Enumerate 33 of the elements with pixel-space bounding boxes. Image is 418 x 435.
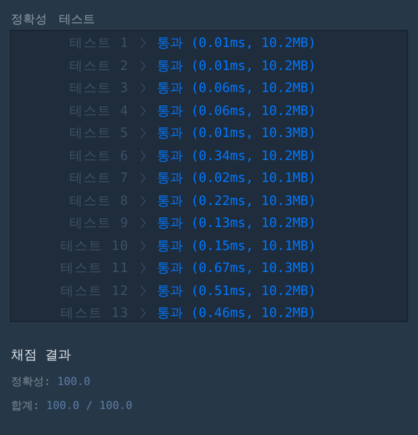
test-result: 통과 (0.15ms, 10.1MB)	[157, 238, 318, 255]
summary-label: 정확성:	[11, 375, 51, 388]
chevron-icon	[140, 194, 146, 207]
chevron-icon	[140, 307, 146, 320]
chevron-icon	[140, 60, 146, 72]
test-result: 통과 (0.67ms, 10.3MB)	[157, 260, 318, 278]
test-result: 통과 (0.22ms, 10.3MB)	[157, 192, 318, 210]
test-result: 통과 (0.46ms, 10.2MB)	[157, 305, 318, 322]
chevron-icon	[140, 37, 146, 50]
chevron-icon	[140, 217, 146, 230]
chevron-icon	[140, 284, 146, 297]
chevron-icon	[140, 172, 146, 184]
test-result: 통과 (0.01ms, 10.2MB)	[157, 58, 318, 75]
chevron-icon	[140, 104, 146, 117]
chevron-icon	[140, 127, 146, 140]
test-result: 통과 (0.13ms, 10.2MB)	[157, 215, 318, 232]
test-result: 통과 (0.01ms, 10.3MB)	[157, 125, 318, 142]
chevron-icon	[140, 240, 146, 252]
test-result: 통과 (0.06ms, 10.2MB)	[157, 102, 318, 120]
summary-label: 합계:	[11, 399, 40, 412]
test-result: 통과 (0.02ms, 10.1MB)	[157, 170, 318, 188]
test-result: 통과 (0.51ms, 10.2MB)	[157, 282, 318, 300]
test-result: 통과 (0.06ms, 10.2MB)	[157, 80, 318, 98]
test-result: 통과 (0.01ms, 10.2MB)	[157, 35, 318, 52]
chevron-icon	[140, 262, 146, 274]
section-heading: 채점 결과	[11, 347, 72, 364]
column-label: 테스트	[59, 10, 95, 28]
summary-value: 100.0	[57, 375, 90, 388]
test-result: 통과 (0.34ms, 10.2MB)	[157, 148, 318, 165]
chevron-icon	[140, 150, 146, 162]
column-label: 정확성	[11, 10, 47, 28]
summary-value: 100.0 / 100.0	[46, 399, 132, 412]
chevron-icon	[140, 82, 146, 94]
